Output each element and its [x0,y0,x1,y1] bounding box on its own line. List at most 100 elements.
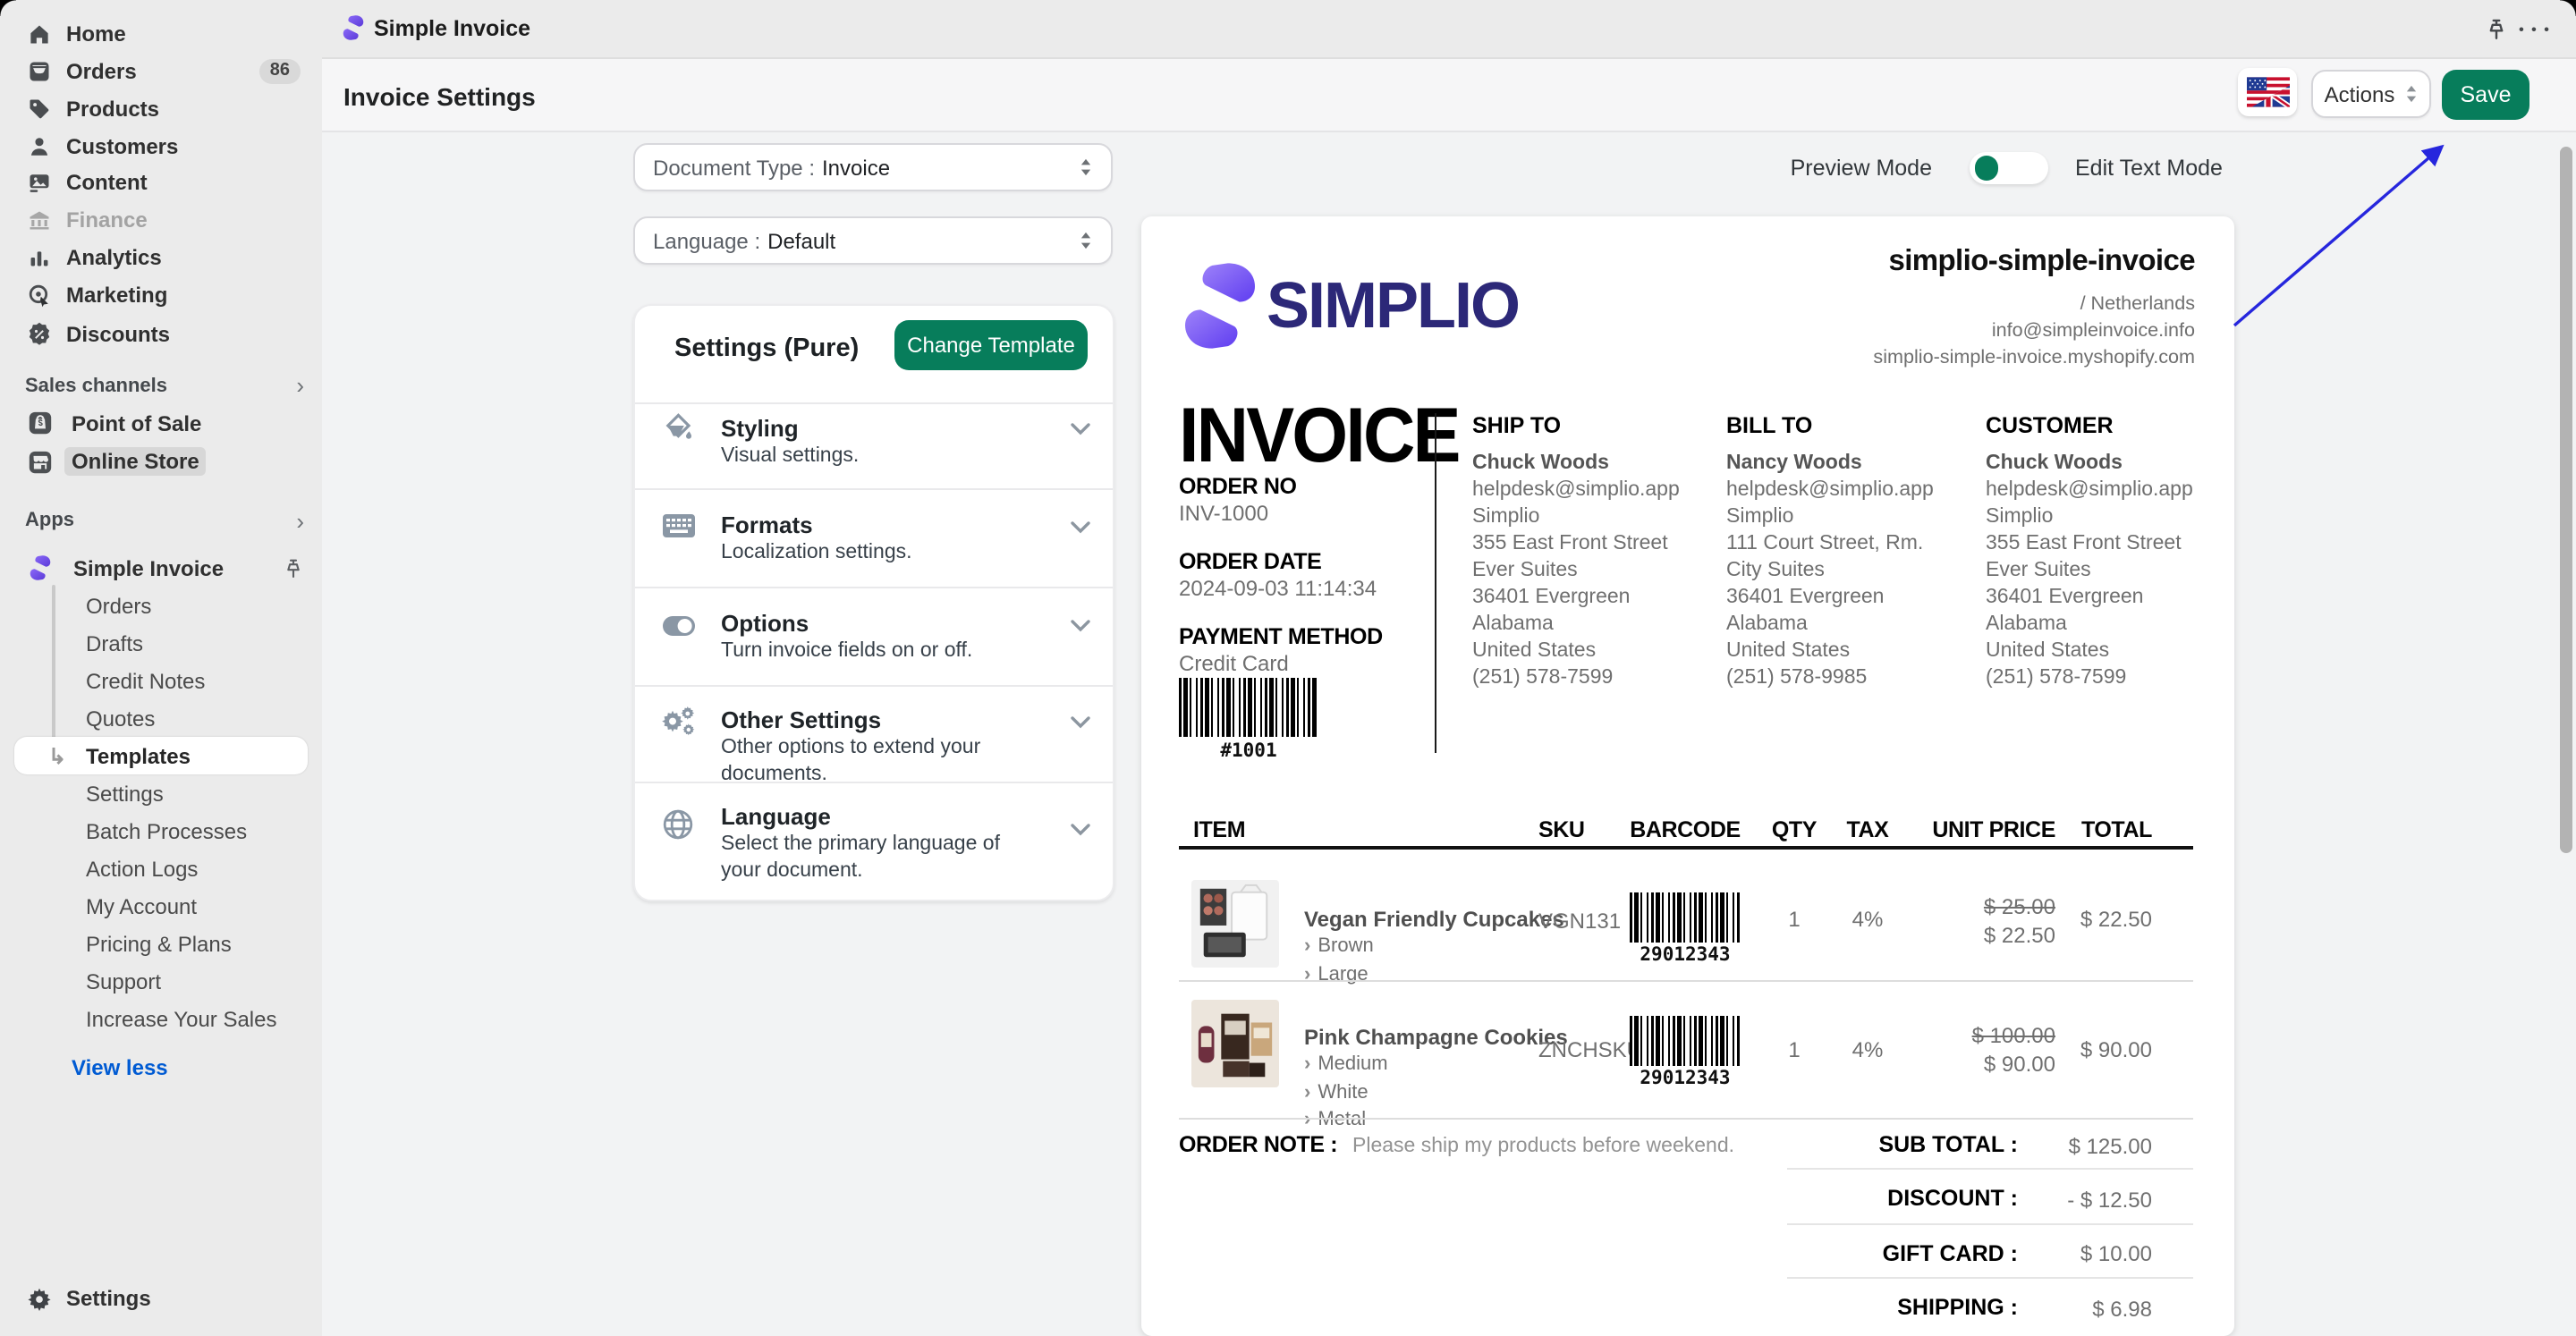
sidebar-item-label: Discounts [66,321,170,346]
sidebar-subitem-support[interactable]: Support [14,963,308,1001]
sidebar-item-online-store[interactable]: Online Store [14,443,308,480]
pin-icon[interactable] [2479,13,2512,45]
sidebar-subitem-pricing-plans[interactable]: Pricing & Plans [14,926,308,963]
sidebar-item-simple-invoice-app[interactable]: Simple Invoice [14,549,308,587]
sidebar-subitem-settings[interactable]: Settings [14,774,308,812]
sidebar-subitem-credit-notes[interactable]: Credit Notes [14,663,308,700]
col-sku: SKU [1538,817,1585,842]
option-chevron-icon [1304,1109,1310,1130]
sidebar-item-marketing[interactable]: Marketing [14,275,308,313]
app-topbar: Simple Invoice [322,0,2576,57]
paint-bucket-icon [660,410,696,445]
customer-block: CUSTOMER Chuck Woods helpdesk@simplio.ap… [1986,413,2227,692]
payment-method-label: PAYMENT METHOD [1179,624,1383,649]
sidebar-subitem-action-logs[interactable]: Action Logs [14,850,308,887]
window-corner [0,0,16,16]
product-option: Brown [1304,934,1374,956]
window-corner [2560,0,2576,16]
page-header: Invoice Settings [322,57,2576,132]
col-total: TOTAL [1955,817,2152,842]
more-options-icon[interactable] [2519,13,2551,45]
sidebar-subitem-drafts[interactable]: Drafts [14,625,308,663]
product-image [1191,1000,1279,1087]
sidebar-item-customers[interactable]: Customers [14,127,308,165]
sales-channels-header[interactable]: Sales channels [25,367,304,404]
sidebar-item-finance[interactable]: Finance [14,200,308,238]
sidebar-item-settings[interactable]: Settings [14,1279,308,1316]
content-icon [25,167,54,196]
keyboard-icon [660,508,696,544]
actions-button[interactable]: Actions [2311,70,2431,118]
toggle-knob [1974,156,1998,180]
app-title: Simple Invoice [374,16,530,41]
sidebar-item-label: Point of Sale [72,410,201,435]
toggle-icon [660,608,696,644]
apps-header[interactable]: Apps [25,502,304,539]
line-total: $ 90.00 [1955,1037,2152,1062]
vertical-scrollbar[interactable] [2560,147,2572,853]
sidebar-subitem-templates[interactable]: Templates [14,737,308,774]
sidebar-item-content[interactable]: Content [14,163,308,200]
order-note-value: Please ship my products before weekend. [1352,1135,1734,1156]
chevron-down-icon [1070,823,1095,848]
shop-region: / Netherlands [1873,292,2195,318]
edit-text-mode-label: Edit Text Mode [2075,156,2223,181]
sidebar-subitem-increase-your-sales[interactable]: Increase Your Sales [14,1001,308,1038]
item-barcode-text: 29012343 [1630,1068,1741,1089]
divider [1787,1277,2193,1279]
person-icon [25,131,54,160]
payment-method-value: Credit Card [1179,651,1289,676]
gear-icon [25,1283,54,1312]
subtotal-value: $ 125.00 [1964,1133,2152,1158]
sidebar-item-point-of-sale[interactable]: Point of Sale [14,404,308,442]
sidebar-item-label: Customers [66,133,178,158]
us-uk-flag-icon [2246,77,2289,107]
online-store-icon [25,447,54,476]
sidebar-item-analytics[interactable]: Analytics [14,238,308,275]
change-template-button[interactable]: Change Template [894,320,1088,370]
view-less-link[interactable]: View less [14,1048,308,1086]
sku-value: VGN131 [1538,909,1621,934]
col-item: ITEM [1193,817,1245,842]
divider [635,782,1113,783]
tag-icon [25,94,54,123]
shop-name: simplio-simple-invoice [1873,245,2195,279]
save-button[interactable]: Save [2442,70,2529,120]
sidebar-subitem-orders[interactable]: Orders [14,588,308,625]
ship-to-block: SHIP TO Chuck Woods helpdesk@simplio.app… [1472,413,1714,692]
sidebar-subitem-batch-processes[interactable]: Batch Processes [14,812,308,850]
product-image [1191,880,1279,968]
preview-mode-toggle[interactable] [1970,152,2048,183]
discount-icon [25,319,54,348]
pin-icon[interactable] [283,557,304,579]
return-arrow-icon [48,743,70,768]
orders-count-badge: 86 [259,58,301,83]
sidebar-item-label: Finance [66,207,148,232]
item-barcode [1630,892,1741,943]
sidebar-item-products[interactable]: Products [14,89,308,127]
shop-info: simplio-simple-invoice / Netherlands inf… [1873,245,2195,372]
sidebar-item-label: Orders [66,58,137,83]
sidebar-subitem-quotes[interactable]: Quotes [14,700,308,738]
chevron-right-icon [296,507,304,534]
order-barcode [1179,678,1318,737]
sidebar-item-orders[interactable]: Orders 86 [14,52,308,89]
gears-icon [660,703,696,739]
globe-icon [660,807,696,842]
product-option: Medium [1304,1053,1388,1075]
language-flag-button[interactable] [2238,68,2297,116]
sidebar-item-home[interactable]: Home [14,14,308,52]
line-total: $ 22.50 [1955,907,2152,932]
app-logo-icon [342,14,365,41]
language-select[interactable]: Language : Default [633,216,1113,265]
save-annotation-arrow [2218,125,2469,340]
invoice-title: INVOICE [1179,393,1459,481]
updown-caret-icon [1079,157,1093,177]
item-barcode [1630,1016,1741,1066]
sidebar-item-discounts[interactable]: Discounts [14,315,308,352]
sidebar-subitem-my-account[interactable]: My Account [14,887,308,925]
table-header-rule [1179,846,2193,850]
document-type-select[interactable]: Document Type : Invoice [633,143,1113,191]
screen: Home Orders 86 Products Customers Conten… [0,0,2576,1336]
simplio-logo-text: SIMPLIO [1267,268,1519,343]
